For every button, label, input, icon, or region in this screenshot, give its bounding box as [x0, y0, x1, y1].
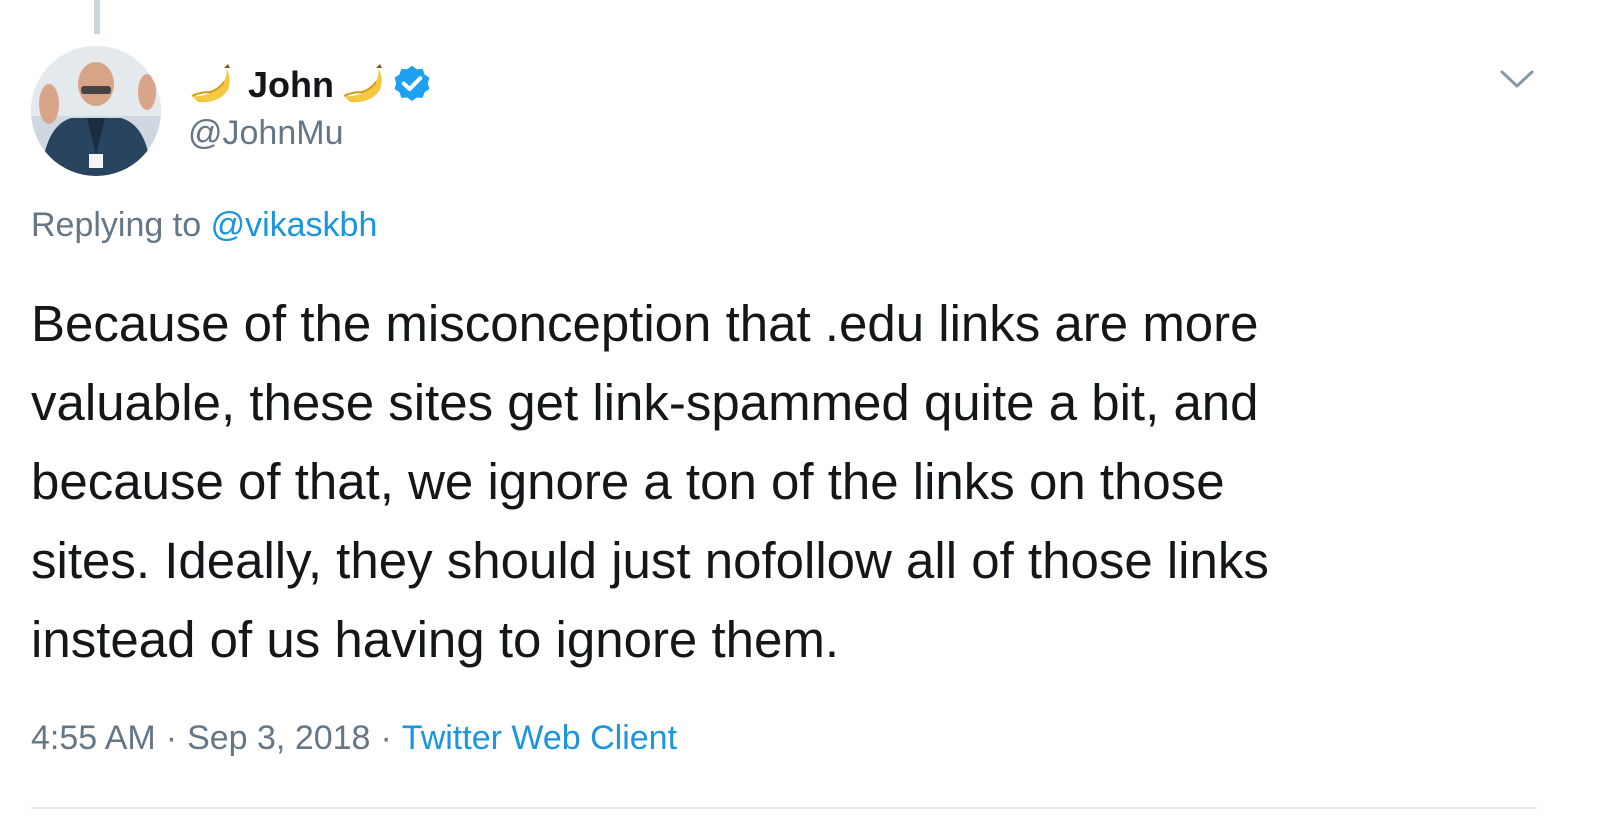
replying-to-label: Replying to — [31, 206, 202, 244]
tweet-text: Because of the misconception that .edu l… — [31, 284, 1561, 679]
reply-mention-link[interactable]: @vikaskbh — [211, 206, 378, 244]
tweet-text-line: instead of us having to ignore them. — [31, 611, 840, 668]
name-row: John — [188, 58, 434, 112]
tweet-text-line: because of that, we ignore a ton of the … — [31, 453, 1225, 510]
tweet-text-line: sites. Ideally, they should just nofollo… — [31, 532, 1269, 589]
tweet-text-line: Because of the misconception that .edu l… — [31, 295, 1259, 352]
tweet-source-link[interactable]: Twitter Web Client — [402, 719, 677, 757]
user-handle[interactable]: @JohnMu — [188, 114, 434, 153]
banana-icon — [188, 62, 234, 108]
chevron-down-icon[interactable] — [1496, 62, 1538, 96]
replying-to: Replying to @vikaskbh — [31, 206, 377, 245]
tweet-time[interactable]: 4:55 AM — [31, 719, 156, 757]
verified-badge-icon — [390, 63, 434, 107]
display-name[interactable]: John — [248, 64, 334, 106]
banana-icon — [340, 62, 386, 108]
divider — [31, 807, 1537, 809]
tweet-header: John @JohnMu — [188, 58, 434, 153]
separator-dot: · — [380, 719, 392, 757]
tweet-text-line: valuable, these sites get link-spammed q… — [31, 374, 1259, 431]
avatar[interactable] — [31, 46, 161, 176]
thread-connector-line — [94, 0, 100, 34]
tweet-metadata: 4:55 AM · Sep 3, 2018 · Twitter Web Client — [31, 719, 677, 758]
tweet-card: John @JohnMu Replying to @vikaskbh Becau… — [0, 0, 1600, 837]
tweet-date[interactable]: Sep 3, 2018 — [187, 719, 370, 757]
separator-dot: · — [165, 719, 178, 757]
